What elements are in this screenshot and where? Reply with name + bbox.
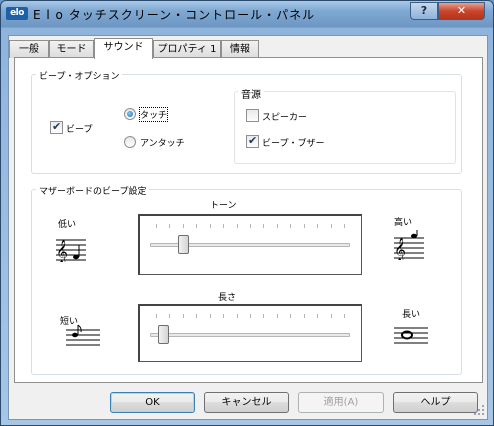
duration-slider-thumb[interactable] bbox=[158, 325, 169, 344]
touch-radio[interactable] bbox=[124, 108, 136, 120]
tone-slider-thumb[interactable] bbox=[178, 235, 189, 254]
slider-tick bbox=[223, 314, 224, 318]
buzzer-checkbox[interactable]: ✔ bbox=[246, 134, 259, 148]
duration-label: 長さ bbox=[218, 293, 237, 303]
title-bar[interactable]: elo E l o タッチスクリーン・コントロール・パネル ? ✕ bbox=[1, 1, 493, 27]
checkmark-icon: ✔ bbox=[52, 120, 62, 133]
slider-tick bbox=[183, 224, 184, 228]
slider-tick bbox=[156, 314, 157, 318]
slider-tick bbox=[169, 314, 170, 318]
slider-tick bbox=[237, 224, 238, 228]
tone-label: トーン bbox=[210, 201, 237, 211]
touch-label: タッチ bbox=[138, 107, 169, 122]
apply-button[interactable]: 適用(A) bbox=[298, 392, 384, 413]
slider-tick bbox=[331, 224, 332, 228]
high-note-icon: 𝄞 bbox=[394, 230, 424, 260]
slider-tick bbox=[277, 314, 278, 318]
beep-options-label: ビープ・オプション bbox=[36, 69, 123, 82]
checkmark-icon: ✔ bbox=[248, 134, 258, 147]
slider-tick bbox=[290, 224, 291, 228]
slider-tick bbox=[196, 224, 197, 228]
elo-logo-icon: elo bbox=[6, 7, 28, 20]
slider-tick bbox=[196, 314, 197, 318]
radio-selected-dot bbox=[127, 111, 133, 117]
long-note-icon bbox=[394, 327, 428, 344]
untouch-radio[interactable] bbox=[124, 136, 136, 148]
close-button[interactable]: ✕ bbox=[438, 2, 485, 20]
buzzer-label: ビープ・ブザー bbox=[262, 139, 325, 149]
tone-low-label: 低い bbox=[58, 220, 77, 230]
untouch-label: アンタッチ bbox=[140, 139, 185, 149]
beep-label: ビープ bbox=[66, 125, 93, 135]
slider-tick bbox=[331, 314, 332, 318]
speaker-label: スピーカー bbox=[262, 113, 308, 123]
tab-sound[interactable]: サウンド bbox=[94, 38, 153, 59]
slider-tick bbox=[304, 224, 305, 228]
slider-tick bbox=[317, 314, 318, 318]
slider-tick bbox=[344, 314, 345, 318]
motherboard-beep-group: マザーボードのビープ設定 トーン 低い 高い 𝄞 𝄞 長さ 短い 長い bbox=[31, 184, 462, 375]
slider-tick bbox=[344, 224, 345, 228]
sound-panel: ビープ・オプション ✔ ビープ タッチ アンタッチ 音源 スピーカー ✔ ビープ… bbox=[14, 57, 483, 383]
duration-slider-track[interactable] bbox=[150, 333, 350, 337]
svg-text:𝄞: 𝄞 bbox=[394, 237, 406, 260]
slider-tick bbox=[183, 314, 184, 318]
slider-tick bbox=[250, 224, 251, 228]
slider-tick bbox=[210, 224, 211, 228]
slider-tick bbox=[290, 314, 291, 318]
tab-mode[interactable]: モード bbox=[49, 40, 94, 58]
dialog-window: elo E l o タッチスクリーン・コントロール・パネル ? ✕ 一般 モード… bbox=[0, 0, 494, 426]
sound-source-group: 音源 スピーカー ✔ ビープ・ブザー bbox=[234, 86, 456, 164]
resize-grip-icon[interactable] bbox=[474, 405, 484, 415]
slider-tick bbox=[317, 224, 318, 228]
ok-button[interactable]: OK bbox=[110, 392, 195, 413]
window-title: E l o タッチスクリーン・コントロール・パネル bbox=[33, 8, 316, 22]
help-button[interactable]: ヘルプ bbox=[393, 392, 478, 413]
duration-slider-box bbox=[138, 304, 362, 362]
beep-options-group: ビープ・オプション ✔ ビープ タッチ アンタッチ 音源 スピーカー ✔ ビープ… bbox=[31, 69, 462, 174]
slider-tick bbox=[169, 224, 170, 228]
speaker-checkbox[interactable] bbox=[246, 109, 259, 122]
help-title-button[interactable]: ? bbox=[410, 2, 438, 20]
short-note-icon bbox=[66, 324, 100, 346]
slider-tick bbox=[156, 224, 157, 228]
sound-source-label: 音源 bbox=[238, 86, 264, 101]
motherboard-beep-label: マザーボードのビープ設定 bbox=[36, 184, 150, 197]
tab-general[interactable]: 一般 bbox=[9, 40, 49, 58]
slider-tick bbox=[304, 314, 305, 318]
duration-long-label: 長い bbox=[402, 310, 421, 320]
tab-info[interactable]: 情報 bbox=[221, 40, 259, 58]
cancel-button[interactable]: キャンセル bbox=[204, 392, 289, 413]
tone-slider-box bbox=[138, 214, 362, 275]
svg-text:𝄞: 𝄞 bbox=[56, 239, 68, 262]
slider-tick bbox=[250, 314, 251, 318]
low-note-icon: 𝄞 bbox=[56, 239, 86, 262]
beep-checkbox[interactable]: ✔ bbox=[50, 120, 63, 134]
slider-tick bbox=[223, 224, 224, 228]
slider-tick bbox=[237, 314, 238, 318]
tone-high-label: 高い bbox=[394, 218, 413, 228]
slider-tick bbox=[210, 314, 211, 318]
slider-tick bbox=[277, 224, 278, 228]
slider-tick bbox=[263, 224, 264, 228]
tab-properties-1[interactable]: プロパティ 1 bbox=[153, 40, 221, 58]
slider-tick bbox=[263, 314, 264, 318]
